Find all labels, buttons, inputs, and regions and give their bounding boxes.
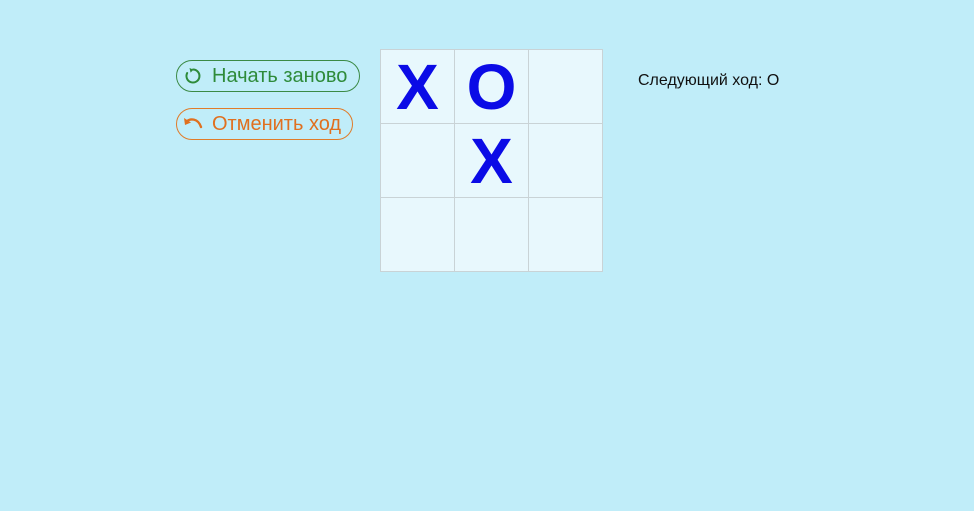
game-board: X O X xyxy=(380,49,603,272)
undo-button[interactable]: Отменить ход xyxy=(176,108,353,140)
board-cell[interactable] xyxy=(529,124,603,198)
undo-button-label: Отменить ход xyxy=(212,112,342,135)
board-cell[interactable]: O xyxy=(455,50,529,124)
board-cell[interactable] xyxy=(455,198,529,272)
undo-icon xyxy=(182,113,204,135)
board-cell[interactable] xyxy=(529,198,603,272)
restart-button-label: Начать заново xyxy=(212,64,348,87)
board-cell[interactable] xyxy=(381,124,455,198)
board-cell[interactable]: X xyxy=(455,124,529,198)
board-cell[interactable]: X xyxy=(381,50,455,124)
board-cell[interactable] xyxy=(381,198,455,272)
board-cell[interactable] xyxy=(529,50,603,124)
restart-button[interactable]: Начать заново xyxy=(176,60,360,92)
refresh-icon xyxy=(182,65,204,87)
next-move-status: Следующий ход: O xyxy=(638,72,780,89)
